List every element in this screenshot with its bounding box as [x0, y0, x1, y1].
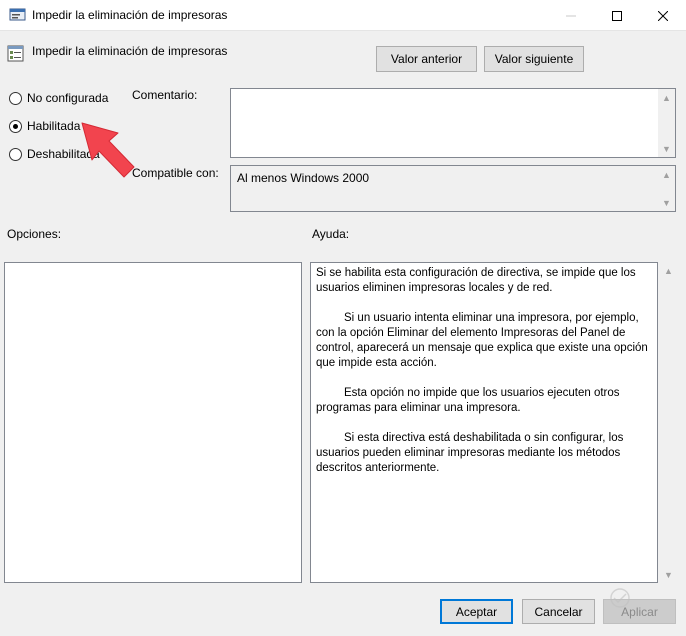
compatible-scrollbar[interactable]: ▲ ▼: [658, 166, 675, 211]
help-paragraph: Esta opción no impide que los usuarios e…: [316, 387, 620, 414]
minimize-button[interactable]: [548, 0, 594, 31]
maximize-icon: [612, 10, 622, 21]
scroll-down-icon[interactable]: ▼: [658, 194, 675, 211]
window-title: Impedir la eliminación de impresoras: [32, 8, 228, 22]
previous-setting-button[interactable]: Valor anterior: [376, 46, 477, 72]
ok-button[interactable]: Aceptar: [440, 599, 513, 624]
scroll-down-icon[interactable]: ▼: [658, 140, 675, 157]
compatible-value: Al menos Windows 2000: [237, 171, 370, 185]
scroll-up-icon[interactable]: ▲: [658, 89, 675, 106]
next-setting-button[interactable]: Valor siguiente: [484, 46, 584, 72]
help-paragraph: Si un usuario intenta eliminar una impre…: [316, 312, 648, 369]
radio-not-configured[interactable]: No configurada: [9, 91, 108, 105]
options-label: Opciones:: [7, 227, 62, 241]
options-panel: [4, 262, 302, 583]
scroll-up-icon[interactable]: ▲: [660, 262, 677, 279]
help-text: Si se habilita esta configuración de dir…: [316, 266, 651, 491]
radio-button[interactable]: [9, 91, 22, 105]
maximize-button[interactable]: [594, 0, 640, 31]
comment-textarea[interactable]: ▲ ▼: [230, 88, 676, 158]
compatible-field: Al menos Windows 2000 ▲ ▼: [230, 165, 676, 212]
watermark-logo-icon: [610, 588, 630, 608]
radio-button-checked[interactable]: [9, 119, 22, 133]
close-icon: [658, 10, 668, 21]
comment-label: Comentario:: [132, 88, 198, 102]
minimize-icon: [566, 15, 576, 16]
help-paragraph: Si esta directiva está deshabilitada o s…: [316, 432, 624, 474]
scroll-down-icon[interactable]: ▼: [660, 566, 677, 583]
comment-scrollbar[interactable]: ▲ ▼: [658, 89, 675, 157]
policy-settings-icon: [9, 8, 26, 21]
radio-label: No configurada: [27, 91, 109, 105]
scroll-up-icon[interactable]: ▲: [658, 166, 675, 183]
compatible-label: Compatible con:: [132, 166, 219, 180]
policy-title: Impedir la eliminación de impresoras: [32, 44, 228, 58]
radio-button[interactable]: [9, 147, 22, 161]
help-label: Ayuda:: [312, 227, 350, 241]
close-button[interactable]: [640, 0, 686, 31]
radio-enabled[interactable]: Habilitada: [9, 119, 80, 133]
policy-setting-icon: [7, 45, 24, 62]
radio-label: Habilitada: [27, 119, 81, 133]
annotation-arrow-icon: [81, 122, 135, 178]
help-paragraph: Si se habilita esta configuración de dir…: [316, 267, 636, 294]
help-panel: Si se habilita esta configuración de dir…: [310, 262, 658, 583]
help-scrollbar[interactable]: ▲ ▼: [660, 262, 677, 583]
cancel-button[interactable]: Cancelar: [522, 599, 595, 624]
title-bar: Impedir la eliminación de impresoras: [0, 0, 686, 31]
